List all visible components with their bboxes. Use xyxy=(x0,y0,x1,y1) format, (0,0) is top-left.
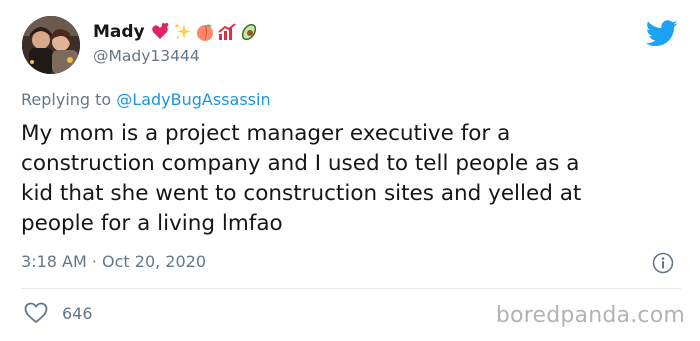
like-button[interactable]: 646 xyxy=(24,302,93,324)
user-handle[interactable]: @Mady13444 xyxy=(93,47,200,65)
tweet-timestamp[interactable]: 3:18 AM · Oct 20, 2020 xyxy=(21,252,206,271)
peach-emoji xyxy=(196,24,213,41)
sparkles-emoji xyxy=(173,23,191,40)
avatar-photo xyxy=(22,16,80,74)
chart-emoji xyxy=(218,23,236,40)
replying-to: Replying to @LadyBugAssassin xyxy=(21,90,271,109)
two-hearts-emoji xyxy=(151,22,169,39)
watermark: boredpanda.com xyxy=(495,303,685,328)
info-icon[interactable] xyxy=(652,252,674,274)
like-count: 646 xyxy=(62,303,93,323)
tweet-text: My mom is a project manager executive fo… xyxy=(21,121,582,236)
display-name-row: Mady xyxy=(93,19,261,45)
twitter-bird-icon[interactable] xyxy=(646,20,678,47)
reply-mention-link[interactable]: @LadyBugAssassin xyxy=(116,90,270,109)
divider xyxy=(21,288,681,289)
tweet-card: Mady @Mady13444 Replying to @LadyBugAssa… xyxy=(0,0,700,341)
avocado-emoji xyxy=(241,23,256,41)
display-name[interactable]: Mady xyxy=(93,22,145,42)
avatar[interactable] xyxy=(22,16,80,74)
heart-icon xyxy=(24,302,48,323)
replying-prefix: Replying to xyxy=(21,90,117,109)
